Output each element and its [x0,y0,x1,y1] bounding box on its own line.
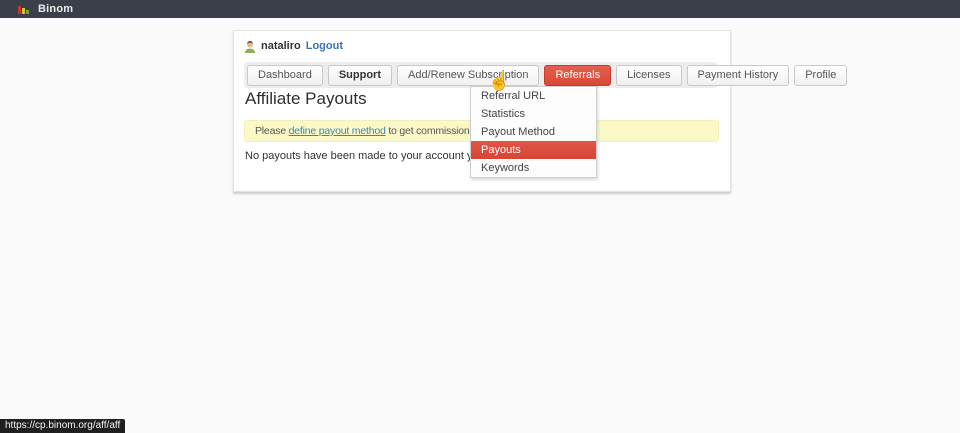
user-row: nataliro Logout [244,39,343,53]
alert-text-before: Please [255,125,289,137]
browser-status-bar: https://cp.binom.org/aff/aff [0,419,125,433]
referrals-dropdown-menu: Referral URL Statistics Payout Method Pa… [470,86,597,178]
username: nataliro [261,40,301,52]
brand-bar-chart-icon [18,5,29,14]
nav-tab-licenses[interactable]: Licenses [616,65,681,86]
nav-toolbar: Dashboard Support Add/Renew Subscription… [244,62,718,88]
nav-tab-referrals[interactable]: Referrals [544,65,611,86]
nav-tab-dashboard[interactable]: Dashboard [247,65,323,86]
top-navigation-bar: Binom [0,0,960,18]
menu-item-payout-method[interactable]: Payout Method [471,123,596,141]
nav-tab-add-renew-subscription[interactable]: Add/Renew Subscription [397,65,539,86]
empty-state-message: No payouts have been made to your accoun… [245,150,482,162]
nav-tab-profile[interactable]: Profile [794,65,847,86]
nav-tab-payment-history[interactable]: Payment History [687,65,790,86]
nav-tab-support[interactable]: Support [328,65,392,86]
logout-link[interactable]: Logout [306,40,343,52]
page-title: Affiliate Payouts [245,89,367,109]
user-avatar-icon [244,40,256,53]
brand-name: Binom [38,3,73,15]
status-url: https://cp.binom.org/aff/aff [5,420,120,431]
define-payout-method-link[interactable]: define payout method [289,125,386,137]
menu-item-payouts[interactable]: Payouts [471,141,596,159]
menu-item-referral-url[interactable]: Referral URL [471,87,596,105]
menu-item-statistics[interactable]: Statistics [471,105,596,123]
menu-item-keywords[interactable]: Keywords [471,159,596,177]
